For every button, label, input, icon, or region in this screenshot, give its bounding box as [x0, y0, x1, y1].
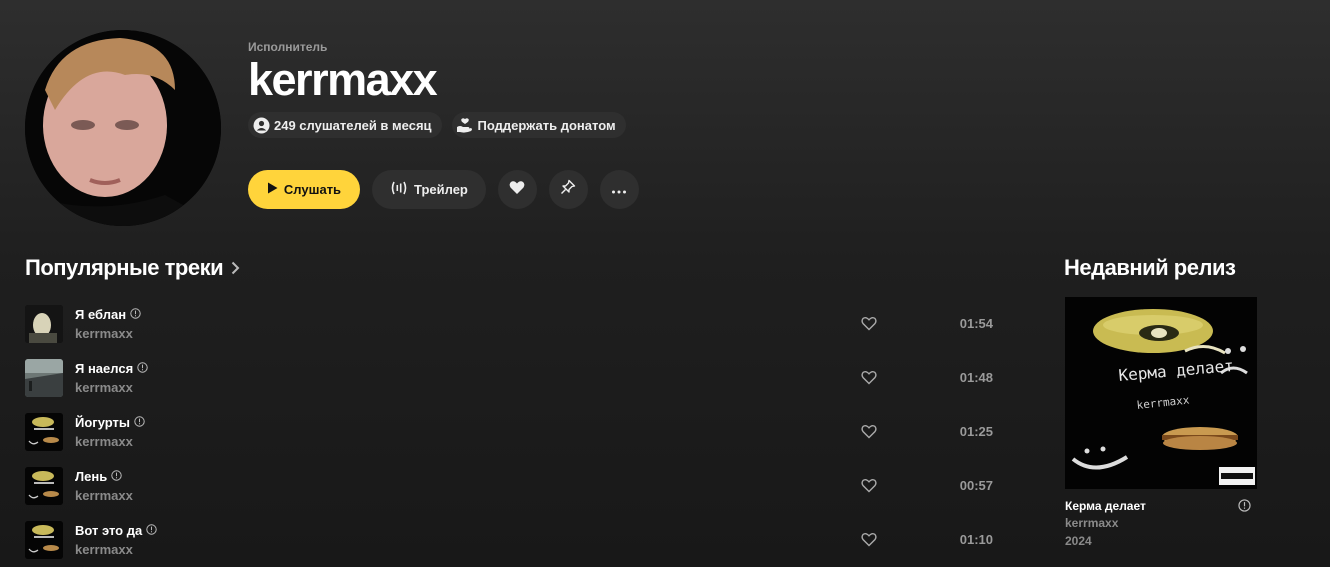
artist-page: Исполнитель kerrmaxx 249 слушателей в ме… — [0, 0, 1330, 567]
track-title-text: Вот это да — [75, 523, 143, 538]
track-row[interactable]: Я наелся kerrmaxx 01:48 — [25, 351, 1000, 405]
artist-chips: 249 слушателей в месяц Поддержать донато… — [248, 112, 626, 138]
track-row[interactable]: Я еблан kerrmaxx 01:54 — [25, 297, 1000, 351]
popular-tracks-title: Популярные треки — [25, 255, 224, 280]
track-row[interactable]: Лень kerrmaxx 00:57 — [25, 459, 1000, 513]
listeners-count: 249 слушателей в месяц — [274, 117, 432, 133]
track-cover — [25, 413, 63, 451]
heart-outline-icon[interactable] — [861, 316, 877, 332]
track-duration: 00:57 — [959, 478, 993, 493]
donate-icon — [456, 116, 474, 134]
chevron-right-icon — [231, 255, 240, 281]
heart-outline-icon[interactable] — [861, 424, 877, 440]
artist-actions: Слушать Трейлер — [248, 170, 639, 209]
trailer-label: Трейлер — [414, 182, 468, 197]
track-title[interactable]: Я еблан — [75, 307, 141, 322]
artist-header: Исполнитель kerrmaxx 249 слушателей в ме… — [248, 40, 626, 138]
release-name[interactable]: Керма делает — [1065, 499, 1146, 513]
user-icon — [252, 116, 270, 134]
more-button[interactable] — [599, 170, 639, 209]
artist-kind-label: Исполнитель — [248, 40, 328, 54]
track-duration: 01:10 — [959, 532, 993, 547]
track-title[interactable]: Я наелся — [75, 361, 148, 376]
track-title[interactable]: Йогурты — [75, 415, 145, 430]
heart-outline-icon[interactable] — [861, 532, 877, 548]
like-artist-button[interactable] — [497, 170, 537, 209]
heart-icon — [509, 180, 525, 200]
donate-chip[interactable]: Поддержать донатом — [451, 112, 626, 138]
track-cover — [25, 467, 63, 505]
track-title-text: Я наелся — [75, 361, 134, 376]
track-cover — [25, 359, 63, 397]
track-artist[interactable]: kerrmaxx — [75, 326, 133, 341]
pin-icon — [560, 179, 576, 200]
track-title-text: Лень — [75, 469, 108, 484]
track-duration: 01:25 — [959, 424, 993, 439]
artist-name: kerrmaxx — [248, 54, 438, 105]
play-icon — [267, 182, 278, 197]
more-icon — [611, 181, 627, 199]
track-cover — [25, 305, 63, 343]
heart-outline-icon[interactable] — [861, 370, 877, 386]
track-title[interactable]: Вот это да — [75, 523, 157, 538]
track-duration: 01:48 — [959, 370, 993, 385]
release-cover[interactable]: Керма делает kerrmaxx — [1065, 297, 1257, 489]
track-artist[interactable]: kerrmaxx — [75, 434, 133, 449]
artist-avatar — [25, 30, 221, 226]
track-title-text: Я еблан — [75, 307, 127, 322]
track-row[interactable]: Йогурты kerrmaxx 01:25 — [25, 405, 1000, 459]
popular-tracks-list: Я еблан kerrmaxx 01:54 Я наелся kerrmaxx… — [25, 297, 1000, 567]
explicit-icon — [134, 415, 145, 430]
donate-label: Поддержать донатом — [477, 117, 616, 133]
play-label: Слушать — [283, 182, 342, 197]
recent-release-title: Недавний релиз — [1064, 255, 1236, 280]
explicit-icon — [146, 523, 157, 538]
track-title-text: Йогурты — [75, 415, 130, 430]
explicit-icon — [137, 361, 148, 376]
heart-outline-icon[interactable] — [861, 478, 877, 494]
track-row[interactable]: Вот это да kerrmaxx 01:10 — [25, 513, 1000, 567]
trailer-button[interactable]: Трейлер — [372, 170, 486, 209]
track-title[interactable]: Лень — [75, 469, 122, 484]
play-button[interactable]: Слушать — [248, 170, 360, 209]
release-artist[interactable]: kerrmaxx — [1065, 516, 1118, 530]
explicit-icon — [130, 307, 141, 322]
explicit-icon — [111, 469, 122, 484]
trailer-icon — [390, 180, 408, 199]
track-duration: 01:54 — [959, 316, 993, 331]
popular-tracks-header[interactable]: Популярные треки — [25, 255, 240, 281]
track-artist[interactable]: kerrmaxx — [75, 542, 133, 557]
pin-button[interactable] — [548, 170, 588, 209]
listeners-chip: 249 слушателей в месяц — [248, 112, 442, 138]
track-artist[interactable]: kerrmaxx — [75, 488, 133, 503]
explicit-icon — [1238, 499, 1251, 512]
track-artist[interactable]: kerrmaxx — [75, 380, 133, 395]
track-cover — [25, 521, 63, 559]
release-year: 2024 — [1065, 534, 1092, 548]
